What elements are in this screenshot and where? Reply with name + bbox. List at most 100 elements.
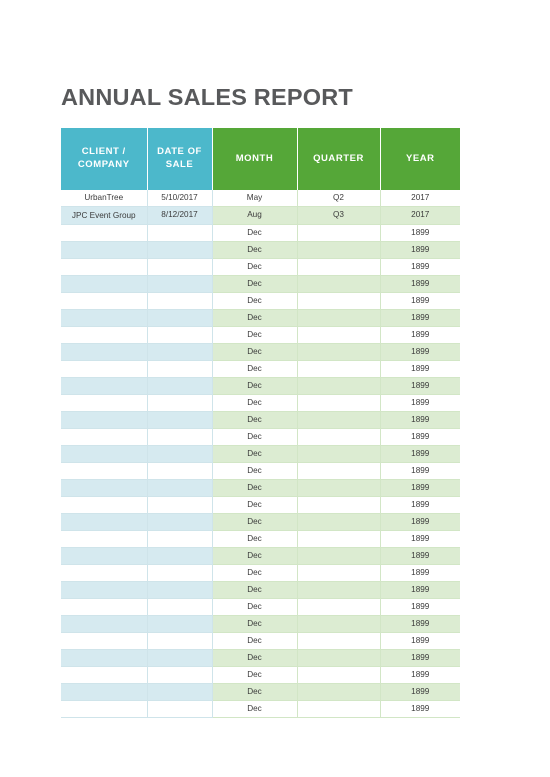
cell-month[interactable]: Dec xyxy=(211,360,298,378)
cell-month[interactable]: Dec xyxy=(211,292,298,310)
cell-year[interactable]: 1899 xyxy=(379,581,460,599)
cell-month[interactable]: Dec xyxy=(211,649,298,667)
cell-date[interactable] xyxy=(146,564,213,582)
cell-client[interactable] xyxy=(61,292,148,310)
cell-year[interactable]: 1899 xyxy=(379,649,460,667)
column-header-client[interactable]: CLIENT / COMPANY xyxy=(61,128,148,190)
cell-client[interactable]: JPC Event Group xyxy=(61,206,148,225)
cell-month[interactable]: Dec xyxy=(211,581,298,599)
cell-date[interactable] xyxy=(146,615,213,633)
cell-date[interactable] xyxy=(146,241,213,259)
table-row[interactable]: Dec 1899 xyxy=(61,615,460,633)
cell-date[interactable] xyxy=(146,326,213,344)
cell-date[interactable] xyxy=(146,309,213,327)
cell-quarter[interactable] xyxy=(296,394,381,412)
table-row[interactable]: Dec 1899 xyxy=(61,343,460,361)
table-row[interactable]: Dec 1899 xyxy=(61,649,460,667)
cell-client[interactable] xyxy=(61,377,148,395)
cell-month[interactable]: Dec xyxy=(211,496,298,514)
cell-quarter[interactable] xyxy=(296,224,381,242)
table-row[interactable]: Dec 1899 xyxy=(61,598,460,616)
cell-quarter[interactable] xyxy=(296,258,381,276)
cell-date[interactable] xyxy=(146,445,213,463)
cell-year[interactable]: 1899 xyxy=(379,309,460,327)
cell-quarter[interactable] xyxy=(296,666,381,684)
cell-client[interactable] xyxy=(61,649,148,667)
table-row[interactable]: Dec 1899 xyxy=(61,666,460,684)
cell-date[interactable] xyxy=(146,462,213,480)
cell-month[interactable]: Dec xyxy=(211,666,298,684)
cell-year[interactable]: 1899 xyxy=(379,292,460,310)
cell-month[interactable]: Dec xyxy=(211,428,298,446)
table-row[interactable]: Dec 1899 xyxy=(61,547,460,565)
column-header-year[interactable]: YEAR xyxy=(379,128,460,190)
cell-quarter[interactable] xyxy=(296,360,381,378)
table-row[interactable]: Dec 1899 xyxy=(61,700,460,718)
cell-quarter[interactable] xyxy=(296,292,381,310)
cell-year[interactable]: 1899 xyxy=(379,275,460,293)
cell-month[interactable]: Dec xyxy=(211,513,298,531)
cell-client[interactable] xyxy=(61,564,148,582)
cell-client[interactable] xyxy=(61,683,148,701)
cell-client[interactable] xyxy=(61,598,148,616)
cell-client[interactable] xyxy=(61,666,148,684)
table-row[interactable]: Dec 1899 xyxy=(61,683,460,701)
cell-year[interactable]: 1899 xyxy=(379,241,460,259)
cell-year[interactable]: 1899 xyxy=(379,632,460,650)
table-row[interactable]: Dec 1899 xyxy=(61,241,460,259)
cell-month[interactable]: Dec xyxy=(211,275,298,293)
table-row[interactable]: Dec 1899 xyxy=(61,513,460,531)
cell-date[interactable] xyxy=(146,700,213,718)
cell-year[interactable]: 1899 xyxy=(379,224,460,242)
cell-client[interactable] xyxy=(61,547,148,565)
cell-quarter[interactable]: Q2 xyxy=(296,190,381,207)
cell-client[interactable]: UrbanTree xyxy=(61,190,148,207)
cell-year[interactable]: 1899 xyxy=(379,683,460,701)
cell-client[interactable] xyxy=(61,258,148,276)
cell-quarter[interactable] xyxy=(296,309,381,327)
cell-date[interactable] xyxy=(146,632,213,650)
cell-month[interactable]: Dec xyxy=(211,445,298,463)
cell-date[interactable]: 8/12/2017 xyxy=(146,206,213,225)
cell-year[interactable]: 1899 xyxy=(379,411,460,429)
cell-quarter[interactable] xyxy=(296,598,381,616)
cell-quarter[interactable] xyxy=(296,275,381,293)
cell-date[interactable] xyxy=(146,666,213,684)
table-row[interactable]: Dec 1899 xyxy=(61,530,460,548)
cell-year[interactable]: 1899 xyxy=(379,258,460,276)
cell-year[interactable]: 1899 xyxy=(379,547,460,565)
cell-quarter[interactable] xyxy=(296,700,381,718)
cell-month[interactable]: Dec xyxy=(211,564,298,582)
cell-date[interactable] xyxy=(146,496,213,514)
table-row[interactable]: UrbanTree 5/10/2017 May Q2 2017 xyxy=(61,190,460,207)
cell-date[interactable] xyxy=(146,513,213,531)
cell-client[interactable] xyxy=(61,615,148,633)
cell-month[interactable]: Dec xyxy=(211,632,298,650)
cell-client[interactable] xyxy=(61,700,148,718)
cell-date[interactable] xyxy=(146,377,213,395)
cell-month[interactable]: Dec xyxy=(211,241,298,259)
cell-quarter[interactable] xyxy=(296,343,381,361)
cell-date[interactable] xyxy=(146,224,213,242)
cell-year[interactable]: 1899 xyxy=(379,513,460,531)
cell-quarter[interactable] xyxy=(296,377,381,395)
cell-month[interactable]: Dec xyxy=(211,615,298,633)
cell-date[interactable]: 5/10/2017 xyxy=(146,190,213,207)
cell-quarter[interactable] xyxy=(296,445,381,463)
cell-date[interactable] xyxy=(146,530,213,548)
cell-quarter[interactable] xyxy=(296,581,381,599)
cell-client[interactable] xyxy=(61,513,148,531)
cell-quarter[interactable] xyxy=(296,326,381,344)
table-row[interactable]: Dec 1899 xyxy=(61,394,460,412)
cell-date[interactable] xyxy=(146,411,213,429)
cell-quarter[interactable] xyxy=(296,547,381,565)
cell-client[interactable] xyxy=(61,309,148,327)
cell-year[interactable]: 1899 xyxy=(379,326,460,344)
cell-date[interactable] xyxy=(146,479,213,497)
cell-month[interactable]: Dec xyxy=(211,700,298,718)
table-row[interactable]: Dec 1899 xyxy=(61,309,460,327)
cell-year[interactable]: 1899 xyxy=(379,377,460,395)
cell-year[interactable]: 1899 xyxy=(379,428,460,446)
column-header-quarter[interactable]: QUARTER xyxy=(296,128,381,190)
cell-quarter[interactable] xyxy=(296,649,381,667)
